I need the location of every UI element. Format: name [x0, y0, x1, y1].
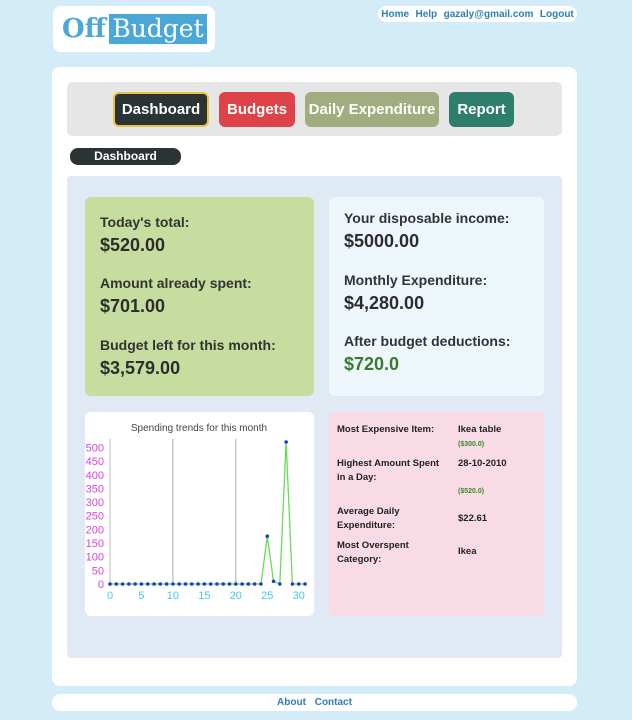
highest-day-amount: ($520.0)	[458, 488, 485, 495]
most-expensive-value: Ikea table	[458, 424, 502, 435]
data-point	[234, 582, 238, 586]
data-point	[246, 582, 251, 586]
y-tick-label: 350	[86, 483, 104, 495]
data-point	[120, 582, 125, 586]
data-point	[240, 582, 244, 586]
data-point	[183, 582, 188, 586]
data-point	[265, 534, 270, 539]
home-link[interactable]: Home	[381, 9, 409, 20]
logo-text-off: Off	[62, 14, 106, 44]
spending-chart-card: Spending trends for this month 0 50 100 150 2…	[85, 412, 314, 616]
todays-total-value: $520.00	[100, 235, 166, 255]
tab-daily-expenditure[interactable]: Daily Expenditure	[305, 92, 439, 127]
data-point	[139, 582, 144, 586]
tab-dashboard[interactable]: Dashboard	[113, 92, 209, 127]
user-email-link[interactable]: gazaly@gmail.com	[444, 9, 534, 20]
disposable-income-value: $5000.00	[344, 231, 420, 251]
income-summary-card: Your disposable income: $5000.00 Monthly…	[329, 197, 544, 396]
data-point	[133, 582, 137, 586]
x-tick-label: 25	[261, 590, 273, 602]
budget-left-value: $3,579.00	[100, 358, 181, 378]
dashboard-panel: Today's total: $520.00 Amount already sp…	[67, 176, 562, 658]
chart-title: Spending trends for this month	[131, 423, 267, 434]
data-point	[108, 582, 112, 586]
data-point	[303, 582, 307, 586]
todays-total-label: Today's total:	[100, 214, 190, 230]
most-expensive-amount: ($300.0)	[458, 441, 485, 448]
y-tick-label: 0	[98, 579, 104, 591]
y-tick-label: 400	[86, 470, 104, 482]
daily-summary-card: Today's total: $520.00 Amount already sp…	[85, 197, 314, 396]
x-tick-label: 30	[293, 590, 305, 602]
y-tick-label: 150	[86, 538, 104, 550]
data-point	[158, 582, 163, 586]
amount-spent-value: $701.00	[100, 296, 166, 316]
data-point	[296, 582, 301, 586]
budget-left-label: Budget left for this month:	[100, 337, 276, 353]
y-tick-label: 300	[86, 497, 104, 509]
data-point	[278, 582, 282, 586]
disposable-income-label: Your disposable income:	[344, 210, 510, 226]
tab-report[interactable]: Report	[449, 92, 514, 127]
spending-trend-chart: Spending trends for this month0501001502…	[86, 423, 307, 602]
data-point	[114, 582, 119, 586]
data-point	[252, 582, 257, 586]
tab-bar: Dashboard Budgets Daily Expenditure Repo…	[67, 82, 562, 136]
data-point	[164, 582, 169, 586]
main-container: Dashboard Budgets Daily Expenditure Repo…	[52, 67, 577, 686]
data-point	[259, 582, 263, 586]
average-daily-label: Average Daily Expenditure:	[337, 506, 400, 531]
x-tick-label: 0	[107, 590, 113, 602]
help-link[interactable]: Help	[416, 9, 438, 20]
most-expensive-label: Most Expensive Item:	[337, 424, 435, 435]
data-point	[127, 582, 131, 586]
after-deductions-label: After budget deductions:	[344, 333, 511, 349]
most-overspent-label: Most Overspent Category:	[337, 540, 409, 565]
data-point	[271, 579, 276, 584]
data-point	[189, 582, 194, 586]
data-point	[171, 582, 175, 586]
data-point	[208, 582, 213, 586]
y-tick-label: 500	[86, 442, 104, 454]
highest-day-label: Highest Amount Spent in a Day:	[337, 458, 440, 483]
data-point	[202, 582, 207, 586]
x-tick-label: 10	[167, 590, 179, 602]
highest-day-value: 28-10-2010	[458, 458, 507, 469]
tab-budgets[interactable]: Budgets	[219, 92, 295, 127]
footer: About Contact	[52, 694, 577, 711]
y-tick-label: 250	[86, 511, 104, 523]
after-deductions-value: $720.0	[344, 354, 400, 374]
series-line	[110, 441, 305, 585]
data-point	[290, 582, 295, 586]
most-overspent-value: Ikea	[458, 546, 477, 557]
x-tick-label: 15	[198, 590, 210, 602]
data-point	[227, 582, 232, 586]
monthly-expenditure-label: Monthly Expenditure:	[344, 272, 488, 288]
x-tick-label: 5	[138, 590, 144, 602]
data-point	[215, 582, 219, 586]
data-point	[196, 582, 200, 586]
statistics-card: Most Expensive Item: Ikea table ($300.0)…	[329, 412, 544, 616]
data-point	[221, 582, 226, 586]
logo[interactable]: Off Budget	[53, 6, 215, 52]
contact-link[interactable]: Contact	[315, 697, 352, 708]
data-point	[152, 582, 156, 586]
average-daily-value: $22.61	[458, 513, 488, 524]
y-tick-label: 50	[92, 565, 104, 577]
about-link[interactable]: About	[277, 697, 306, 708]
breadcrumb: Dashboard	[70, 148, 181, 165]
data-point	[145, 582, 150, 586]
y-tick-label: 450	[86, 456, 104, 468]
logo-text-budget: Budget	[109, 14, 207, 44]
amount-spent-label: Amount already spent:	[100, 275, 252, 291]
data-point	[177, 582, 181, 586]
y-tick-label: 100	[86, 552, 104, 564]
x-tick-label: 20	[230, 590, 242, 602]
top-nav: Home Help gazaly@gmail.com Logout	[378, 6, 577, 22]
logout-link[interactable]: Logout	[540, 9, 574, 20]
y-tick-label: 200	[86, 524, 104, 536]
monthly-expenditure-value: $4,280.00	[344, 293, 425, 313]
data-point	[284, 440, 288, 444]
